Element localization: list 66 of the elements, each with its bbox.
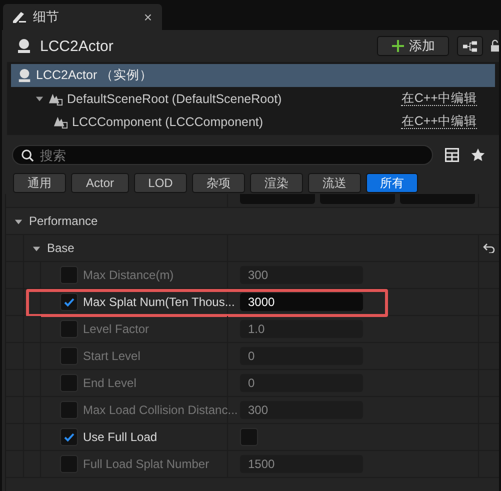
- add-button[interactable]: 添加: [377, 36, 449, 56]
- property-label: Start Level: [83, 349, 140, 363]
- override-checkbox[interactable]: [60, 455, 78, 473]
- component-row[interactable]: DefaultSceneRoot (DefaultSceneRoot) 在C++中编辑: [11, 87, 495, 110]
- search-field[interactable]: 搜索: [40, 148, 424, 162]
- close-icon[interactable]: ×: [144, 9, 152, 25]
- plus-icon: [391, 39, 405, 53]
- override-checkbox[interactable]: [60, 401, 78, 419]
- component-name: LCC2Actor （实例）: [36, 67, 153, 84]
- value-field[interactable]: 0: [240, 347, 363, 365]
- component-name: LCCComponent (LCCComponent): [72, 114, 264, 128]
- property-label: Full Load Splat Number: [83, 457, 210, 471]
- property-label: Level Factor: [83, 322, 150, 336]
- property-label: End Level: [83, 376, 136, 390]
- search-bar[interactable]: 搜索: [12, 145, 433, 165]
- component-row[interactable]: LCCComponent (LCCComponent) 在C++中编辑: [11, 110, 495, 133]
- value-field[interactable]: 300: [240, 401, 363, 419]
- value-checkbox[interactable]: [240, 428, 258, 446]
- search-icon: [21, 148, 34, 162]
- details-tab[interactable]: 细节 ×: [3, 4, 162, 30]
- group-title: Base: [47, 241, 74, 255]
- override-checkbox[interactable]: [60, 266, 78, 284]
- value-field[interactable]: 300: [240, 266, 363, 284]
- property-label: Max Load Collision Distanc...: [83, 403, 238, 417]
- actor-icon: [16, 38, 32, 54]
- filter-tab[interactable]: 杂项: [192, 173, 245, 193]
- category-title: Performance: [29, 214, 98, 228]
- property-label: Max Splat Num(Ten Thous...: [83, 295, 235, 309]
- check-icon: [63, 296, 75, 308]
- component-row[interactable]: LCC2Actor （实例）: [11, 64, 495, 87]
- value-field[interactable]: 1500: [240, 455, 363, 473]
- check-icon: [63, 431, 75, 443]
- filter-tab[interactable]: LOD: [134, 173, 187, 193]
- scene-component-icon: [48, 91, 63, 106]
- override-checkbox[interactable]: [60, 374, 78, 392]
- hierarchy-button[interactable]: [457, 36, 483, 56]
- expand-arrow-icon[interactable]: [14, 216, 23, 226]
- override-checkbox[interactable]: [60, 428, 78, 446]
- filter-tab[interactable]: 所有: [366, 173, 418, 193]
- filter-tab[interactable]: 流送: [308, 173, 361, 193]
- expand-arrow-icon[interactable]: [35, 94, 44, 103]
- component-name: DefaultSceneRoot (DefaultSceneRoot): [67, 92, 282, 106]
- filter-tab[interactable]: 通用: [13, 173, 66, 193]
- property-label: Max Distance(m): [83, 268, 174, 282]
- override-checkbox[interactable]: [60, 293, 78, 311]
- actor-name: LCC2Actor: [40, 38, 114, 54]
- reset-icon[interactable]: [483, 243, 495, 253]
- table-icon[interactable]: [445, 148, 459, 162]
- hierarchy-icon: [463, 40, 477, 52]
- star-icon[interactable]: [471, 148, 485, 162]
- scene-component-icon: [53, 114, 68, 129]
- value-field[interactable]: 1.0: [240, 320, 363, 338]
- edit-in-cpp-link[interactable]: 在C++中编辑: [401, 114, 477, 129]
- edit-in-cpp-link[interactable]: 在C++中编辑: [401, 91, 477, 106]
- tab-title: 细节: [33, 8, 60, 26]
- value-field[interactable]: 0: [240, 374, 363, 392]
- override-checkbox[interactable]: [60, 320, 78, 338]
- actor-icon: [17, 68, 32, 83]
- override-checkbox[interactable]: [60, 347, 78, 365]
- value-field[interactable]: 3000: [240, 293, 363, 311]
- pencil-icon: [11, 9, 27, 25]
- filter-tab[interactable]: 渲染: [250, 173, 303, 193]
- filter-tab[interactable]: Actor: [71, 173, 129, 193]
- property-label: Use Full Load: [83, 430, 158, 444]
- expand-arrow-icon[interactable]: [32, 244, 41, 252]
- lock-icon[interactable]: [491, 39, 499, 53]
